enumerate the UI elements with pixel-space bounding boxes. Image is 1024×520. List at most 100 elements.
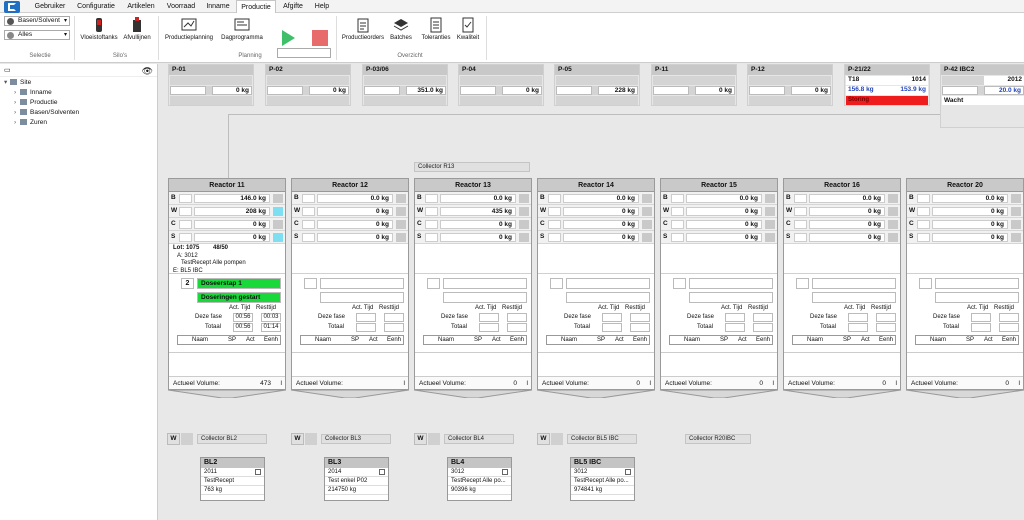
menu-productie[interactable]: Productie [236,0,276,14]
ingredient-code-box[interactable] [302,220,315,229]
menu-help[interactable]: Help [310,0,334,13]
group-label-selectie: Selectie [29,53,51,59]
play-icon[interactable] [282,30,295,46]
tank-p05[interactable]: P-05 228 kg [554,64,640,106]
productieplanning-button[interactable]: Productieplanning [162,17,216,41]
productieorders-button[interactable]: Productieorders [340,17,386,41]
tree-node-productie[interactable]: › Productie [14,99,57,107]
time-cell [753,323,773,332]
type-select[interactable]: Basen/Solvent ▾ [4,16,70,26]
dagprogramma-button[interactable]: Dagprogramma [218,17,266,41]
menu-inname[interactable]: Inname [202,0,234,13]
menu-afgifte[interactable]: Afgifte [278,0,308,13]
ingredient-code-box[interactable] [671,207,684,216]
ingredient-code-box[interactable] [794,194,807,203]
reactor-panel[interactable]: Reactor 20 B 0.0 kg W 0 kg C 0 kg S 0 kg [906,178,1024,390]
ingredient-code-box[interactable] [548,207,561,216]
collector-r20ibc: Collector R20IBC [685,434,751,444]
checkbox-icon[interactable] [255,469,261,475]
kwaliteit-button[interactable]: Kwaliteit [454,17,482,41]
ingredient-code-box[interactable] [917,220,930,229]
ingredient-code-box[interactable] [671,194,684,203]
ribbon: Basen/Solvent ▾ Alles ▾ Selectie Vloeistof… [0,13,1024,63]
collapse-icon[interactable]: ▭ [4,66,11,74]
batches-button[interactable]: Batches [388,17,414,41]
step-status [689,292,773,303]
ingredient-code-box[interactable] [671,233,684,242]
reactor-panel[interactable]: Reactor 11 B 146.0 kg W 208 kg C 0 kg S … [168,178,286,390]
reactor-panel[interactable]: Reactor 16 B 0.0 kg W 0 kg C 0 kg S 0 kg [783,178,901,390]
tree-node-inname[interactable]: › Inname [14,89,52,97]
ingredient-code-box[interactable] [548,220,561,229]
planning-input[interactable] [277,48,331,58]
tree-node-zuren[interactable]: › Zuren [14,119,47,127]
ingredient-code-box[interactable] [671,220,684,229]
ingredient-code-box[interactable] [302,207,315,216]
ingredient-code-box[interactable] [917,194,930,203]
ingredient-code-box[interactable] [917,207,930,216]
tank-p02[interactable]: P-02 0 kg [265,64,351,106]
tank-p42-ibc2[interactable]: P-42 IBC2 2012 20.0 kg Wacht [940,64,1024,128]
reactor-panel[interactable]: Reactor 13 B 0.0 kg W 435 kg C 0 kg S 0 … [414,178,532,390]
ingredient-code-box[interactable] [302,194,315,203]
reactor-panel[interactable]: Reactor 14 B 0.0 kg W 0 kg C 0 kg S 0 kg [537,178,655,390]
tank-p12[interactable]: P-12 0 kg [747,64,833,106]
blender-bl3[interactable]: BL3 2014 Test enkel P02 214750 kg [324,457,389,501]
blender-bl2[interactable]: BL2 2011 TestRecept 763 kg [200,457,265,501]
ingredient-code-box[interactable] [179,220,192,229]
checkbox-icon[interactable] [502,469,508,475]
ingredient-row-c: C 0 kg [538,218,654,231]
ingredient-code-box[interactable] [917,233,930,242]
tree-node-basen[interactable]: › Basen/Solventen [14,109,79,117]
tank-p01[interactable]: P-01 0 kg [168,64,254,106]
menu-gebruiker[interactable]: Gebruiker [30,0,70,13]
valve-indicator [396,207,406,216]
plant-overview: P-01 0 kg P-02 0 kg P-03/06 351.0 kg P-04 0 … [159,64,1024,520]
ingredient-code-box[interactable] [548,194,561,203]
reactor-outlet [291,390,409,398]
checkbox-icon[interactable] [379,469,385,475]
ingredient-row-b: B 0.0 kg [292,192,408,205]
ingredient-code-box[interactable] [794,220,807,229]
ingredient-code-box[interactable] [425,220,438,229]
valve-indicator [642,207,652,216]
site-tree-panel: ▭ 👁 ▾ Site › Inname › Productie › Basen/Solv… [0,64,158,520]
tank-p21-22[interactable]: P-21/22 T18 1014 156.8 kg 153.9 kg Storing [844,64,930,106]
app-logo-icon[interactable] [4,1,20,13]
ingredient-row-b: B 0.0 kg [415,192,531,205]
ingredient-code-box[interactable] [425,207,438,216]
afvullijnen-button[interactable]: Afvullijnen [120,17,154,41]
menu-artikelen[interactable]: Artikelen [122,0,160,13]
checkbox-icon[interactable] [625,469,631,475]
reactor-panel[interactable]: Reactor 12 B 0.0 kg W 0 kg C 0 kg S 0 kg [291,178,409,390]
chevron-down-icon: ▾ [63,18,67,24]
menu-voorraad[interactable]: Voorraad [162,0,200,13]
step-status [320,292,404,303]
menu-configuratie[interactable]: Configuratie [72,0,120,13]
ingredient-code-box[interactable] [179,194,192,203]
ingredient-code-box[interactable] [425,233,438,242]
valve-indicator [396,194,406,203]
eye-icon[interactable]: 👁 [142,66,153,77]
stop-icon[interactable] [312,30,328,46]
tank-p03-06[interactable]: P-03/06 351.0 kg [362,64,448,106]
toleranties-button[interactable]: Toleranties [418,17,454,41]
ingredient-code-box[interactable] [548,233,561,242]
gear-icon [7,32,14,39]
ingredient-code-box[interactable] [179,207,192,216]
tank-p04[interactable]: P-04 0 kg [458,64,544,106]
ingredient-code-box[interactable] [179,233,192,242]
reactor-panel[interactable]: Reactor 15 B 0.0 kg W 0 kg C 0 kg S 0 kg [660,178,778,390]
tree-node-site[interactable]: ▾ Site [4,79,31,87]
ingredient-code-box[interactable] [425,194,438,203]
vloeistoftanks-button[interactable]: Vloeistoftanks [78,17,120,41]
ingredient-row-w: W 0 kg [661,205,777,218]
ingredient-code-box[interactable] [794,233,807,242]
ingredient-code-box[interactable] [794,207,807,216]
blender-bl5-ibc[interactable]: BL5 IBC 3012 TestRecept Alle po... 974841 k… [570,457,635,501]
volume-row: Actueel Volume: 0 l [538,376,654,389]
ingredient-code-box[interactable] [302,233,315,242]
filter-select[interactable]: Alles ▾ [4,30,70,40]
tank-p11[interactable]: P-11 0 kg [651,64,737,106]
blender-bl4[interactable]: BL4 3012 TestRecept Alle po... 90396 kg [447,457,512,501]
